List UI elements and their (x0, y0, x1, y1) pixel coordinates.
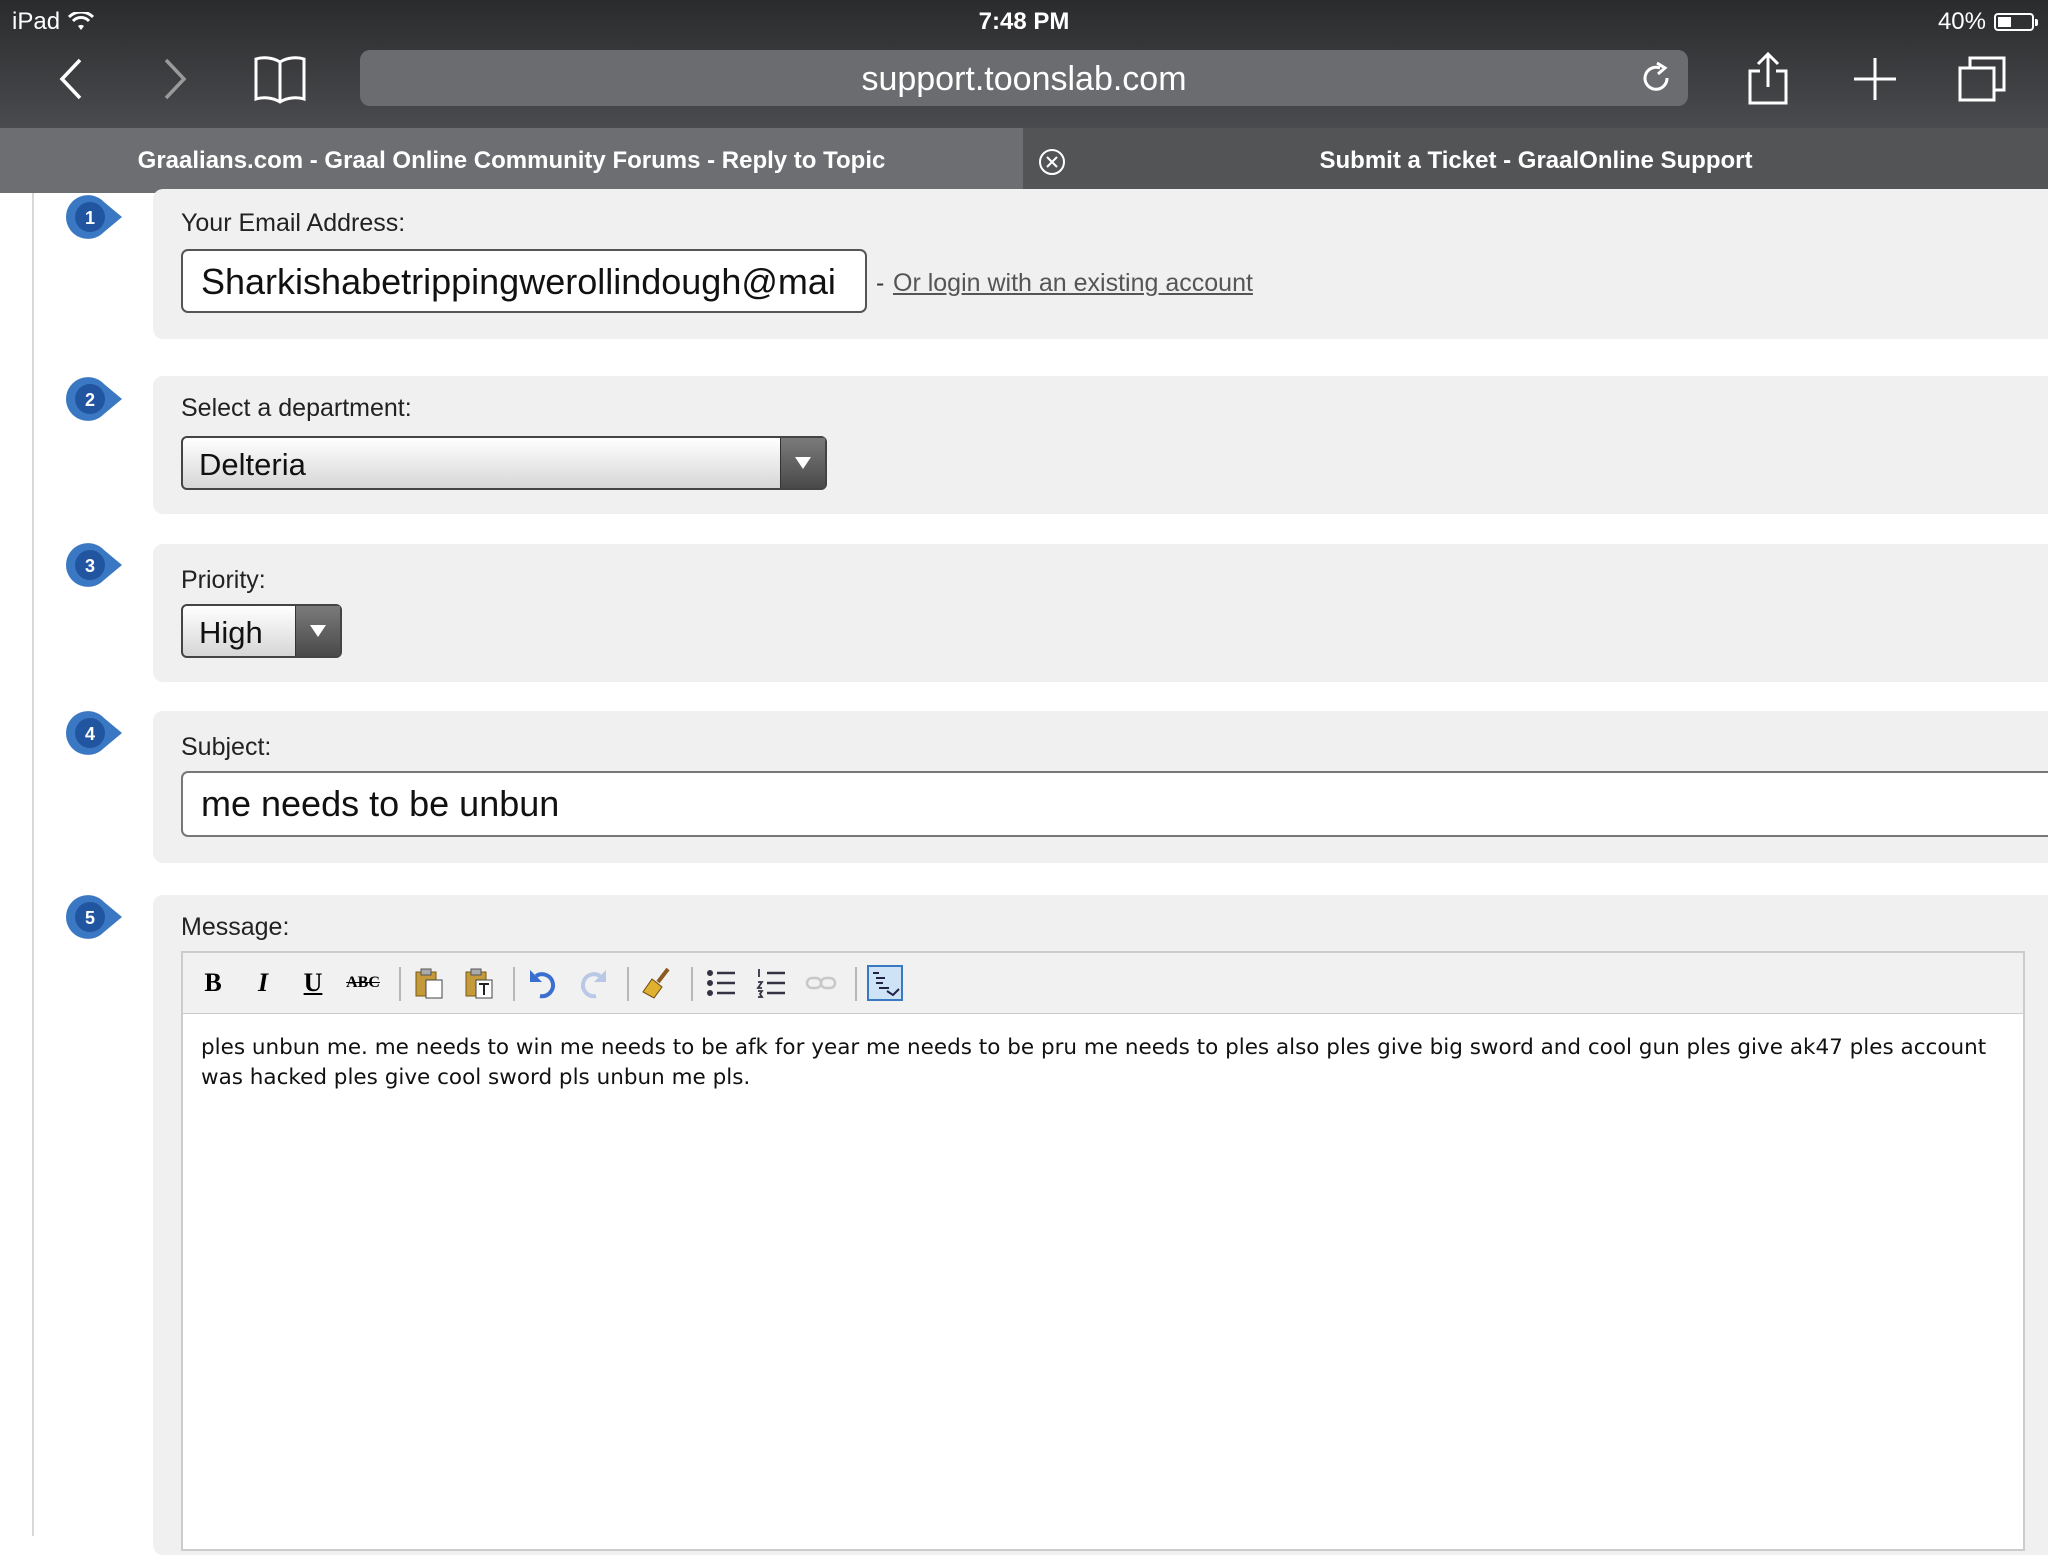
tab-forums[interactable]: Graalians.com - Graal Online Community F… (0, 128, 1023, 193)
subject-panel: Subject: me needs to be unbun (153, 711, 2048, 863)
department-value: Delteria (199, 447, 306, 482)
chevron-right-icon (164, 58, 187, 100)
message-panel: Message: B I U ABC ples unbun me. me nee… (153, 895, 2048, 1555)
chevron-left-icon (59, 58, 82, 100)
priority-select[interactable]: High (181, 604, 342, 658)
chevron-down-icon (780, 438, 825, 488)
priority-value: High (199, 615, 263, 650)
new-tab-button[interactable] (1840, 50, 1910, 108)
department-label: Select a department: (181, 394, 412, 422)
bold-icon: B (204, 968, 222, 997)
battery-icon (1994, 13, 2038, 31)
close-tab-button[interactable] (1038, 148, 1066, 176)
chevron-down-icon (295, 606, 340, 656)
bullet-list-button[interactable] (703, 965, 739, 1001)
url-bar[interactable]: support.toonslab.com (360, 50, 1688, 106)
forward-button[interactable] (140, 50, 210, 108)
subject-field[interactable]: me needs to be unbun (181, 771, 2048, 837)
paste-button[interactable] (411, 965, 447, 1001)
bookmarks-button[interactable] (245, 50, 315, 108)
message-label: Message: (181, 913, 290, 941)
step-number: 5 (85, 908, 95, 928)
broom-icon (642, 967, 670, 999)
paste-as-text-button[interactable] (461, 965, 497, 1001)
subject-label: Subject: (181, 733, 272, 761)
department-panel: Select a department: Delteria (153, 376, 2048, 514)
battery-percent: 40% (1937, 8, 1986, 35)
step-badge-3: 3 (66, 543, 122, 587)
close-circle-icon (1039, 149, 1065, 175)
bookmarks-icon (254, 56, 306, 104)
step-badge-5: 5 (66, 895, 122, 939)
share-icon (1748, 51, 1788, 105)
message-text[interactable]: ples unbun me. me needs to win me needs … (201, 1033, 2003, 1093)
undo-icon (530, 970, 556, 999)
page-border (32, 193, 34, 1536)
strikethrough-button[interactable]: ABC (345, 965, 381, 1001)
numbered-list-button[interactable] (753, 965, 789, 1001)
tab-bar: Graalians.com - Graal Online Community F… (0, 128, 2048, 193)
priority-panel: Priority: High (153, 544, 2048, 682)
browser-toolbar: iPad 7:48 PM 40% support.toonslab.com (0, 0, 2048, 128)
toolbar-separator (513, 967, 515, 1001)
toolbar-separator (691, 967, 693, 1001)
clean-format-button[interactable] (639, 965, 675, 1001)
tab-title: Graalians.com - Graal Online Community F… (137, 146, 886, 174)
step-number: 2 (85, 390, 95, 410)
priority-label: Priority: (181, 566, 266, 594)
bold-button[interactable]: B (195, 965, 231, 1001)
link-icon (805, 976, 837, 990)
paste-icon (415, 968, 443, 999)
reload-button[interactable] (1638, 60, 1674, 96)
italic-button[interactable]: I (245, 965, 281, 1001)
underline-icon: U (303, 968, 323, 997)
underline-button[interactable]: U (295, 965, 331, 1001)
show-tabs-button[interactable] (1947, 50, 2017, 108)
tab-title: Submit a Ticket - GraalOnline Support (1319, 146, 1753, 174)
step-badge-2: 2 (66, 377, 122, 421)
step-badge-4: 4 (66, 711, 122, 755)
source-button[interactable] (867, 965, 903, 1001)
paste-text-icon (465, 968, 493, 999)
plus-icon (1854, 58, 1896, 100)
strikethrough-icon: ABC (346, 974, 380, 991)
redo-icon (580, 970, 606, 999)
toolbar-separator (399, 967, 401, 1001)
undo-button[interactable] (525, 965, 561, 1001)
numbered-list-icon (756, 969, 785, 998)
step-number: 1 (85, 208, 95, 228)
login-separator: - (876, 269, 885, 297)
italic-icon: I (257, 968, 269, 997)
department-select[interactable]: Delteria (181, 436, 827, 490)
share-button[interactable] (1733, 50, 1803, 108)
email-field[interactable]: Sharkishabetrippingwerollindough@mai (181, 249, 867, 313)
bullet-list-icon (707, 970, 735, 996)
toolbar-separator (855, 967, 857, 1001)
status-time: 7:48 PM (978, 8, 1070, 35)
back-button[interactable] (36, 50, 106, 108)
page-content: 1 2 3 4 5 Your Email Address: Sharkishab… (0, 189, 2048, 1555)
message-editor: B I U ABC ples unbun me. me needs to win… (181, 951, 2025, 1551)
reload-icon (1643, 61, 1669, 91)
link-button[interactable] (803, 965, 839, 1001)
source-code-icon (867, 965, 903, 1001)
tab-support[interactable]: Submit a Ticket - GraalOnline Support (1024, 128, 2048, 193)
tabs-icon (1958, 56, 2006, 102)
email-panel: Your Email Address: Sharkishabetrippingw… (153, 189, 2048, 339)
toolbar-separator (627, 967, 629, 1001)
status-right: 40% (1937, 8, 2038, 36)
editor-toolbar: B I U ABC (183, 953, 2023, 1014)
login-link[interactable]: Or login with an existing account (893, 269, 1253, 298)
step-number: 3 (85, 556, 95, 576)
step-badge-1: 1 (66, 195, 122, 239)
step-number: 4 (85, 724, 95, 744)
email-label: Your Email Address: (181, 209, 406, 237)
redo-button[interactable] (575, 965, 611, 1001)
url-text: support.toonslab.com (861, 60, 1187, 98)
